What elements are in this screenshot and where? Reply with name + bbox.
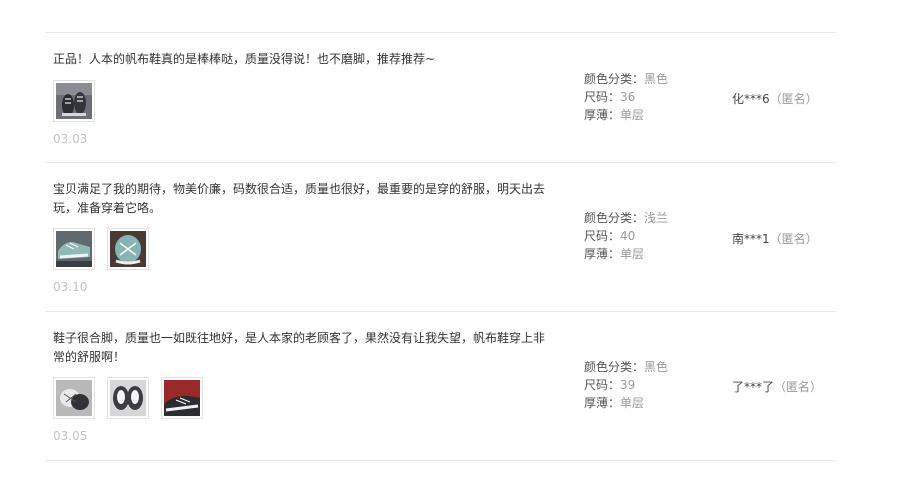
size-label: 尺码： <box>584 378 621 392</box>
review-photo-thumbnail[interactable] <box>107 228 149 270</box>
shoe-photo-image <box>56 83 92 119</box>
color-label: 颜色分类： <box>584 360 645 374</box>
sku-info: 颜色分类：黑色 尺码：39 厚薄：单层 <box>584 358 668 412</box>
review-photo-thumbnail[interactable] <box>53 228 95 270</box>
color-value: 黑色 <box>644 360 669 374</box>
review-photo-thumbnail[interactable] <box>107 377 149 419</box>
shoe-photo-image <box>110 231 146 267</box>
review-photos <box>53 377 215 419</box>
thickness-label: 厚薄： <box>584 108 621 122</box>
sku-info: 颜色分类：浅兰 尺码：40 厚薄：单层 <box>584 209 668 263</box>
shoe-photo-image <box>164 380 200 416</box>
shoe-photo-image <box>110 380 146 416</box>
review-photo-thumbnail[interactable] <box>53 377 95 419</box>
review-text: 宝贝满足了我的期待，物美价廉，码数很合适，质量也很好，最重要的是穿的舒服，明天出… <box>53 182 546 215</box>
size-label: 尺码： <box>584 90 621 104</box>
size-value: 40 <box>620 229 636 243</box>
review-item: 鞋子很合脚，质量也一如既往地好，是人本家的老顾客了，果然没有让我失望，帆布鞋穿上… <box>45 312 836 461</box>
reviewer: 了***了（匿名） <box>732 378 822 395</box>
review-date: 03.03 <box>53 132 88 146</box>
review-photos <box>53 228 161 270</box>
color-label: 颜色分类： <box>584 211 645 225</box>
thickness-label: 厚薄： <box>584 396 621 410</box>
thickness-label: 厚薄： <box>584 247 621 261</box>
anonymous-tag: （匿名） <box>769 232 818 246</box>
review-text: 鞋子很合脚，质量也一如既往地好，是人本家的老顾客了，果然没有让我失望，帆布鞋穿上… <box>53 331 546 364</box>
color-value: 浅兰 <box>644 211 669 225</box>
review-photos <box>53 80 107 122</box>
thickness-value: 单层 <box>620 396 645 410</box>
thickness-value: 单层 <box>620 247 645 261</box>
size-label: 尺码： <box>584 229 621 243</box>
reviewer: 化***6（匿名） <box>732 90 818 107</box>
sku-info: 颜色分类：黑色 尺码：36 厚薄：单层 <box>584 70 668 124</box>
reviewer: 南***1（匿名） <box>732 230 818 247</box>
anonymous-tag: （匿名） <box>769 92 818 106</box>
review-item: 正品！人本的帆布鞋真的是棒棒哒，质量没得说！也不磨脚，推荐推荐~ 03.03 颜… <box>45 33 836 163</box>
shoe-photo-image <box>56 380 92 416</box>
size-value: 39 <box>620 378 636 392</box>
anonymous-tag: （匿名） <box>774 380 823 394</box>
reviewer-name: 了***了 <box>732 380 775 394</box>
shoe-photo-image <box>56 231 92 267</box>
review-photo-thumbnail[interactable] <box>161 377 203 419</box>
color-value: 黑色 <box>644 72 669 86</box>
reviewer-name: 化***6 <box>732 92 770 106</box>
review-date: 03.05 <box>53 429 88 443</box>
review-list: 正品！人本的帆布鞋真的是棒棒哒，质量没得说！也不磨脚，推荐推荐~ 03.03 颜… <box>45 32 836 461</box>
review-photo-thumbnail[interactable] <box>53 80 95 122</box>
thickness-value: 单层 <box>620 108 645 122</box>
review-date: 03.10 <box>53 280 88 294</box>
size-value: 36 <box>620 90 636 104</box>
color-label: 颜色分类： <box>584 72 645 86</box>
review-item: 宝贝满足了我的期待，物美价廉，码数很合适，质量也很好，最重要的是穿的舒服，明天出… <box>45 163 836 312</box>
reviewer-name: 南***1 <box>732 232 770 246</box>
review-text: 正品！人本的帆布鞋真的是棒棒哒，质量没得说！也不磨脚，推荐推荐~ <box>53 52 436 66</box>
